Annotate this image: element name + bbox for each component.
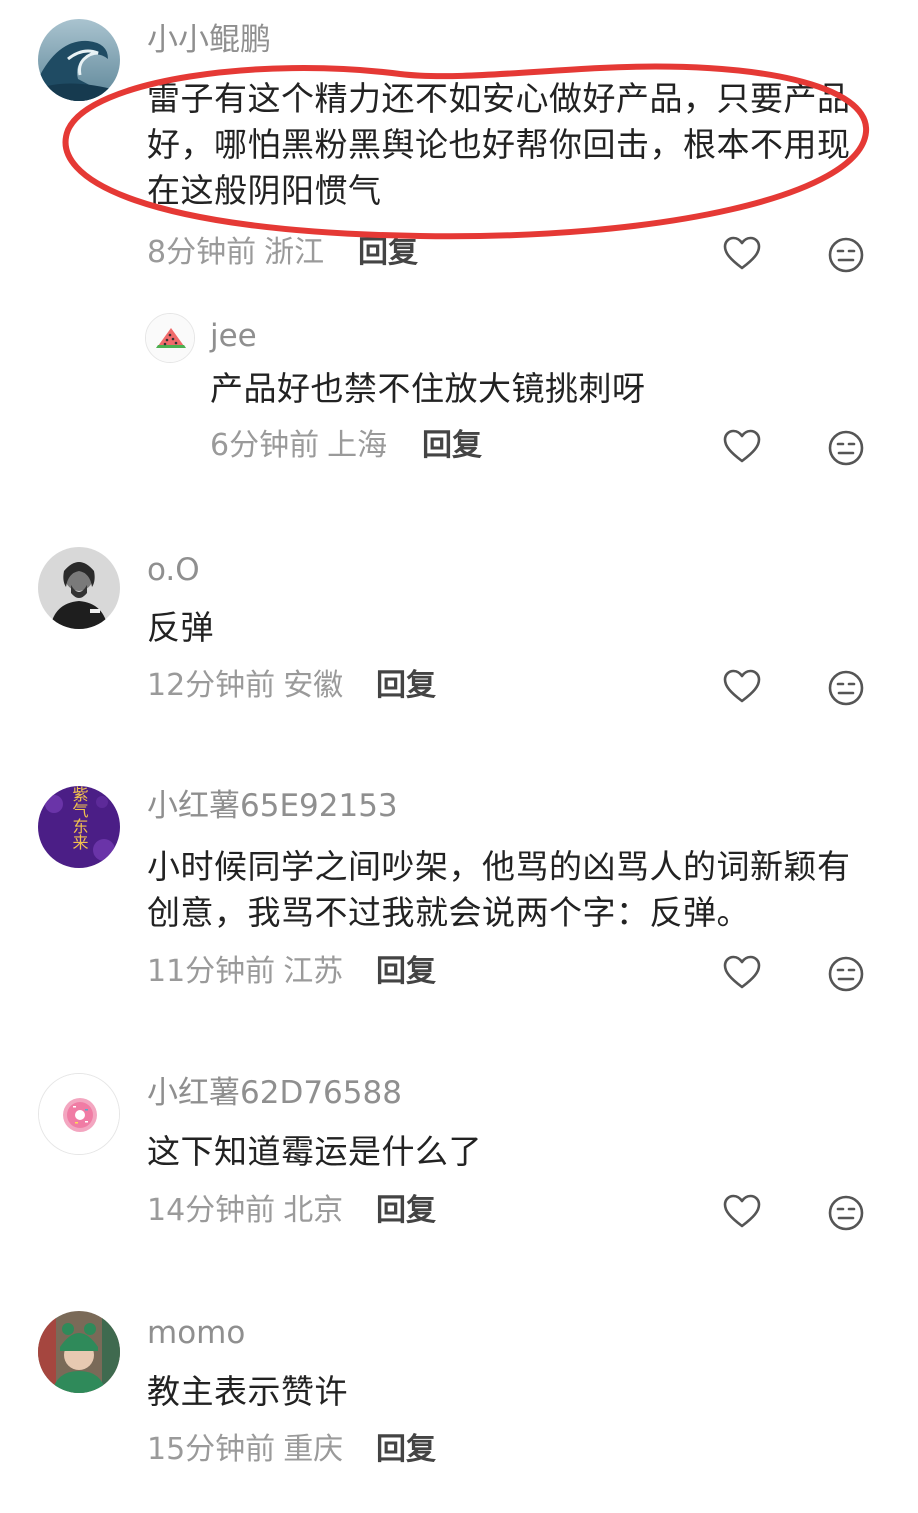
reply-button[interactable]: 回复 [358, 235, 418, 271]
watermelon-avatar[interactable] [145, 313, 195, 363]
dislike-face-icon[interactable] [826, 235, 866, 275]
reply-button[interactable]: 回复 [376, 954, 436, 990]
purple-calligraphy-avatar[interactable]: 紫气东来 [38, 786, 120, 868]
comment-meta: 15分钟前 重庆 [147, 1432, 343, 1468]
comment-location: 江苏 [283, 954, 344, 989]
comment-meta: 6分钟前 上海 [210, 428, 387, 464]
comment-location: 北京 [283, 1193, 344, 1228]
comment-meta: 14分钟前 北京 [147, 1193, 343, 1229]
red-highlight-ellipse [62, 63, 870, 240]
comment-time: 6分钟前 [210, 428, 320, 463]
comment-location: 安徽 [283, 668, 344, 703]
dislike-face-icon[interactable] [826, 1193, 866, 1233]
username[interactable]: jee [210, 318, 257, 354]
comment-time: 8分钟前 [147, 235, 257, 270]
donut-avatar[interactable] [38, 1073, 120, 1155]
wave-avatar[interactable] [38, 19, 120, 101]
heart-icon[interactable] [722, 953, 762, 993]
comment-time: 11分钟前 [147, 954, 276, 989]
comment-text: 小时候同学之间吵架，他骂的凶骂人的词新颖有创意，我骂不过我就会说两个字：反弹。 [147, 847, 851, 932]
comment-meta: 12分钟前 安徽 [147, 668, 343, 704]
comment-location: 上海 [327, 428, 388, 463]
username[interactable]: 小小鲲鹏 [147, 22, 271, 58]
comment-text: 反弹 [147, 608, 214, 647]
comment-time: 12分钟前 [147, 668, 276, 703]
heart-icon[interactable] [722, 1192, 762, 1232]
username[interactable]: 小红薯62D76588 [147, 1075, 402, 1111]
dislike-face-icon[interactable] [826, 954, 866, 994]
reply-button[interactable]: 回复 [376, 668, 436, 704]
comment-meta: 8分钟前 浙江 [147, 235, 324, 271]
comment-text: 产品好也禁不住放大镜挑刺呀 [210, 369, 646, 408]
heart-icon[interactable] [722, 234, 762, 274]
username[interactable]: o.O [147, 552, 200, 588]
avatar-calligraphy-text: 紫气东来 [70, 786, 89, 850]
reply-button[interactable]: 回复 [376, 1432, 436, 1468]
dislike-face-icon[interactable] [826, 668, 866, 708]
heart-icon[interactable] [722, 427, 762, 467]
comment-location: 重庆 [283, 1432, 344, 1467]
comment-meta: 11分钟前 江苏 [147, 954, 343, 990]
heart-icon[interactable] [722, 667, 762, 707]
comment-time: 15分钟前 [147, 1432, 276, 1467]
username[interactable]: 小红薯65E92153 [147, 788, 398, 824]
comment-time: 14分钟前 [147, 1193, 276, 1228]
comment-text: 教主表示赞许 [147, 1372, 348, 1411]
portrait-avatar[interactable] [38, 547, 120, 629]
comment-text: 这下知道霉运是什么了 [147, 1132, 482, 1171]
dislike-face-icon[interactable] [826, 428, 866, 468]
reply-button[interactable]: 回复 [376, 1193, 436, 1229]
comment-text: 雷子有这个精力还不如安心做好产品，只要产品好，哪怕黑粉黑舆论也好帮你回击，根本不… [147, 79, 851, 210]
username[interactable]: momo [147, 1315, 245, 1351]
reply-button[interactable]: 回复 [422, 428, 482, 464]
green-hat-avatar[interactable] [38, 1311, 120, 1393]
comment-location: 浙江 [264, 235, 325, 270]
